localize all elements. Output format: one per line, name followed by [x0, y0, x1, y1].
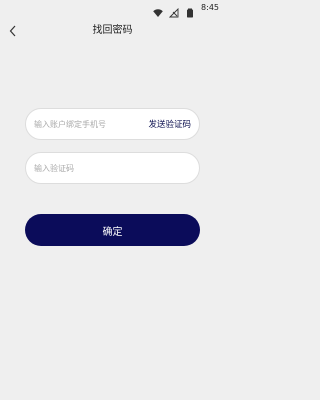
status-bar: 8:45 — [0, 0, 225, 18]
status-time: 8:45 — [201, 3, 219, 12]
battery-icon — [185, 3, 195, 18]
confirm-button[interactable]: 确定 — [25, 214, 200, 246]
verification-code-input[interactable] — [34, 163, 191, 173]
header: 找回密码 — [0, 16, 225, 46]
code-field-container — [25, 152, 200, 184]
wifi-icon — [153, 3, 163, 17]
page-title: 找回密码 — [92, 25, 133, 36]
phone-field-container: 发送验证码 — [25, 108, 200, 140]
send-code-button[interactable]: 发送验证码 — [148, 118, 191, 130]
signal-off-icon — [168, 3, 179, 18]
phone-input[interactable] — [34, 119, 145, 129]
